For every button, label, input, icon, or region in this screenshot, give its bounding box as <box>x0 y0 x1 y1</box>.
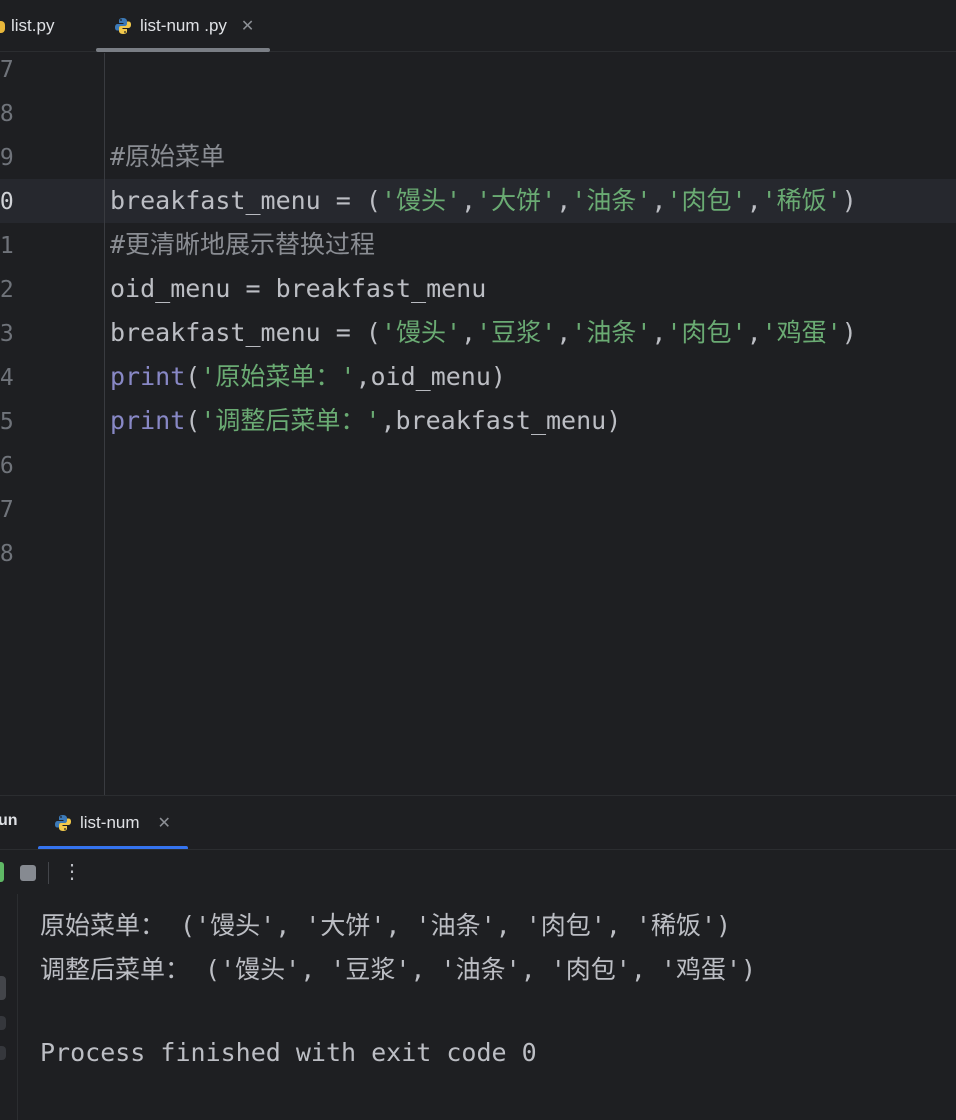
string-token: '原始菜单：' <box>200 362 356 391</box>
line-number: 44 <box>0 365 14 391</box>
line-number: 43 <box>0 321 14 347</box>
code-token: ( <box>185 362 201 391</box>
string-token: '鸡蛋' <box>761 318 842 347</box>
tab-list-py[interactable]: list.py <box>0 0 54 52</box>
line-number: 46 <box>0 453 14 479</box>
console-output[interactable]: 原始菜单： ('馒头', '大饼', '油条', '肉包', '稀饭') 调整后… <box>0 894 956 1120</box>
console-side-button[interactable] <box>0 976 6 1000</box>
code-token: , <box>651 186 667 215</box>
line-number: 45 <box>0 409 14 435</box>
close-icon[interactable]: ✕ <box>241 16 254 36</box>
python-file-icon <box>0 21 5 33</box>
line-number: 48 <box>0 541 14 567</box>
code-line-41: #更清晰地展示替换过程 <box>110 230 376 259</box>
code-token: breakfast_menu = ( <box>110 186 381 215</box>
code-line-40: breakfast_menu = ('馒头','大饼','油条','肉包','稀… <box>110 179 857 223</box>
code-token: ) <box>841 186 857 215</box>
stop-icon[interactable] <box>20 865 36 881</box>
editor-tab-bar: list.py list-num .py ✕ <box>0 0 956 52</box>
line-number: 47 <box>0 497 14 523</box>
string-token: '油条' <box>571 318 652 347</box>
active-tab-indicator <box>96 48 270 52</box>
run-tab-list-num[interactable]: list-num ✕ <box>38 796 188 850</box>
code-editor[interactable]: 37 38 39 40 41 42 43 44 45 46 47 48 #原始菜… <box>0 53 956 795</box>
string-token: '大饼' <box>476 186 557 215</box>
run-panel-title: un <box>0 812 18 829</box>
console-side-toolbar <box>0 894 18 1120</box>
code-token: ,breakfast_menu) <box>380 406 622 435</box>
rerun-icon[interactable] <box>0 862 4 882</box>
code-token: , <box>746 186 762 215</box>
code-token: , <box>461 318 477 347</box>
line-number: 41 <box>0 233 14 259</box>
line-number-gutter: 37 38 39 40 41 42 43 44 45 46 47 48 <box>0 53 104 795</box>
code-line-45: print('调整后菜单：',breakfast_menu) <box>110 399 621 443</box>
string-token: '肉包' <box>666 318 747 347</box>
code-token: , <box>556 318 572 347</box>
line-number: 39 <box>0 145 14 171</box>
run-toolbar: ⋮ <box>0 849 956 894</box>
console-line: Process finished with exit code 0 <box>40 1038 537 1067</box>
run-tool-window-header: un list-num ✕ <box>0 795 956 850</box>
console-line: 原始菜单： ('馒头', '大饼', '油条', '肉包', '稀饭') <box>40 911 732 940</box>
code-token: , <box>556 186 572 215</box>
code-token: , <box>651 318 667 347</box>
code-line-44: print('原始菜单：',oid_menu) <box>110 355 506 399</box>
string-token: '豆浆' <box>476 318 557 347</box>
more-options-icon[interactable]: ⋮ <box>62 858 82 886</box>
tab-label: list-num .py <box>140 16 227 35</box>
code-line-42: oid_menu = breakfast_menu <box>110 274 487 303</box>
code-token: ) <box>841 318 857 347</box>
console-side-button[interactable] <box>0 1046 6 1060</box>
code-line-43: breakfast_menu = ('馒头','豆浆','油条','肉包','鸡… <box>110 311 857 355</box>
python-file-icon <box>55 815 71 831</box>
line-number: 38 <box>0 101 14 127</box>
code-token: breakfast_menu = ( <box>110 318 381 347</box>
string-token: '稀饭' <box>761 186 842 215</box>
close-icon[interactable]: ✕ <box>158 813 171 833</box>
code-token: ,oid_menu) <box>355 362 506 391</box>
code-token: , <box>461 186 477 215</box>
console-side-button[interactable] <box>0 1016 6 1030</box>
string-token: '油条' <box>571 186 652 215</box>
code-line-39: #原始菜单 <box>110 142 226 171</box>
run-tab-label: list-num <box>80 813 140 832</box>
string-token: '肉包' <box>666 186 747 215</box>
code-token: , <box>746 318 762 347</box>
builtin-token: print <box>110 362 186 391</box>
toolbar-divider <box>48 862 49 884</box>
string-token: '馒头' <box>380 186 462 215</box>
code-token: ( <box>185 406 201 435</box>
line-number: 37 <box>0 57 14 83</box>
line-number: 42 <box>0 277 14 303</box>
string-token: '调整后菜单：' <box>200 406 381 435</box>
tab-list-num-py[interactable]: list-num .py ✕ <box>96 0 270 52</box>
string-token: '馒头' <box>380 318 462 347</box>
console-line: 调整后菜单： ('馒头', '豆浆', '油条', '肉包', '鸡蛋') <box>40 955 757 984</box>
gutter-divider <box>104 53 105 795</box>
builtin-token: print <box>110 406 186 435</box>
python-file-icon <box>115 18 131 34</box>
line-number-active: 40 <box>0 189 14 215</box>
tab-label: list.py <box>11 16 55 35</box>
